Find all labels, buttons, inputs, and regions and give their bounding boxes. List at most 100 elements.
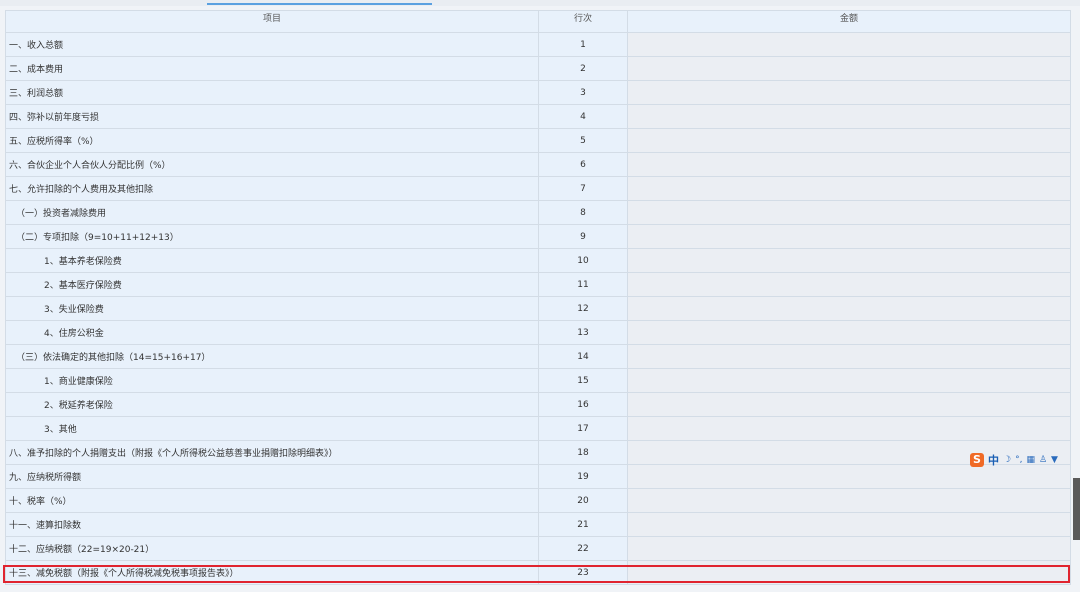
row-line-number: 10 (538, 248, 628, 273)
row-item-label: 3、其他 (5, 416, 539, 441)
table-row: 二、成本费用 2 (5, 56, 1071, 81)
row-amount-cell[interactable] (627, 296, 1071, 321)
row-line-number: 2 (538, 56, 628, 81)
table-row: 3、其他 17 (5, 416, 1071, 441)
row-line-number: 16 (538, 392, 628, 417)
table-row: （一）投资者减除费用 8 (5, 200, 1071, 225)
row-line-number: 8 (538, 200, 628, 225)
tax-return-table-container: 项目 行次 金额 一、收入总额 1 二、成本费用 2 三、利润总额 3 四、弥补以前年度亏损… (5, 10, 1071, 585)
row-line-number: 11 (538, 272, 628, 297)
row-line-number: 19 (538, 464, 628, 489)
table-row: 2、基本医疗保险费 11 (5, 272, 1071, 297)
punctuation-icon[interactable]: °, (1015, 453, 1022, 467)
row-amount-cell[interactable] (627, 368, 1071, 393)
row-item-label: 九、应纳税所得额 (5, 464, 539, 489)
row-amount-cell[interactable] (627, 392, 1071, 417)
row-line-number: 13 (538, 320, 628, 345)
user-icon[interactable]: ♙ (1039, 453, 1047, 467)
row-line-number: 14 (538, 344, 628, 369)
row-line-number: 15 (538, 368, 628, 393)
row-item-label: 1、商业健康保险 (5, 368, 539, 393)
row-line-number: 9 (538, 224, 628, 249)
row-line-number: 20 (538, 488, 628, 513)
scrollbar-thumb[interactable] (1073, 478, 1080, 540)
table-row: 六、合伙企业个人合伙人分配比例（%） 6 (5, 152, 1071, 177)
row-line-number: 17 (538, 416, 628, 441)
row-item-label: （一）投资者减除费用 (5, 200, 539, 225)
row-item-label: 二、成本费用 (5, 56, 539, 81)
table-row: 十三、减免税额（附报《个人所得税减免税事项报告表》） 23 (5, 560, 1071, 585)
row-line-number: 21 (538, 512, 628, 537)
table-row: 十、税率（%） 20 (5, 488, 1071, 513)
row-amount-cell[interactable] (627, 32, 1071, 57)
row-item-label: 十三、减免税额（附报《个人所得税减免税事项报告表》） (5, 560, 539, 585)
row-amount-cell[interactable] (627, 224, 1071, 249)
row-amount-cell[interactable] (627, 80, 1071, 105)
table-row: 七、允许扣除的个人费用及其他扣除 7 (5, 176, 1071, 201)
row-amount-cell[interactable] (627, 344, 1071, 369)
row-amount-cell[interactable] (627, 560, 1071, 585)
row-item-label: 四、弥补以前年度亏损 (5, 104, 539, 129)
ime-mode-label[interactable]: 中 (988, 452, 999, 468)
row-line-number: 22 (538, 536, 628, 561)
row-amount-cell[interactable] (627, 176, 1071, 201)
row-item-label: 十一、速算扣除数 (5, 512, 539, 537)
row-item-label: 五、应税所得率（%） (5, 128, 539, 153)
row-amount-cell[interactable] (627, 56, 1071, 81)
moon-icon[interactable]: ☽ (1003, 453, 1011, 467)
ime-toolbar[interactable]: S 中 ☽ °, ▦ ♙ ▼ (970, 451, 1080, 469)
row-line-number: 18 (538, 440, 628, 465)
row-line-number: 5 (538, 128, 628, 153)
column-header-item: 项目 (5, 10, 539, 33)
shirt-icon[interactable]: ▼ (1051, 453, 1058, 467)
row-amount-cell[interactable] (627, 152, 1071, 177)
table-row: 八、准予扣除的个人捐赠支出（附报《个人所得税公益慈善事业捐赠扣除明细表》） 18 (5, 440, 1071, 465)
table-row: 1、基本养老保险费 10 (5, 248, 1071, 273)
row-amount-cell[interactable] (627, 248, 1071, 273)
row-amount-cell[interactable] (627, 512, 1071, 537)
table-row: （二）专项扣除（9=10+11+12+13） 9 (5, 224, 1071, 249)
row-amount-cell[interactable] (627, 536, 1071, 561)
row-line-number: 1 (538, 32, 628, 57)
table-row: 九、应纳税所得额 19 (5, 464, 1071, 489)
table-row: 三、利润总额 3 (5, 80, 1071, 105)
row-line-number: 3 (538, 80, 628, 105)
row-item-label: 六、合伙企业个人合伙人分配比例（%） (5, 152, 539, 177)
row-item-label: 十二、应纳税额（22=19×20-21） (5, 536, 539, 561)
keyboard-icon[interactable]: ▦ (1026, 453, 1035, 467)
row-item-label: 三、利润总额 (5, 80, 539, 105)
row-item-label: 2、税延养老保险 (5, 392, 539, 417)
table-row: 3、失业保险费 12 (5, 296, 1071, 321)
table-row: （三）依法确定的其他扣除（14=15+16+17） 14 (5, 344, 1071, 369)
table-header-row: 项目 行次 金额 (5, 10, 1071, 33)
row-amount-cell[interactable] (627, 104, 1071, 129)
row-item-label: 2、基本医疗保险费 (5, 272, 539, 297)
row-item-label: 七、允许扣除的个人费用及其他扣除 (5, 176, 539, 201)
table-row: 4、住房公积金 13 (5, 320, 1071, 345)
row-line-number: 7 (538, 176, 628, 201)
row-amount-cell[interactable] (627, 320, 1071, 345)
row-amount-cell[interactable] (627, 416, 1071, 441)
table-row: 一、收入总额 1 (5, 32, 1071, 57)
row-item-label: 1、基本养老保险费 (5, 248, 539, 273)
row-amount-cell[interactable] (627, 200, 1071, 225)
table-row: 十二、应纳税额（22=19×20-21） 22 (5, 536, 1071, 561)
row-item-label: 一、收入总额 (5, 32, 539, 57)
row-amount-cell[interactable] (627, 128, 1071, 153)
table-row: 十一、速算扣除数 21 (5, 512, 1071, 537)
row-line-number: 23 (538, 560, 628, 585)
row-item-label: （三）依法确定的其他扣除（14=15+16+17） (5, 344, 539, 369)
row-line-number: 6 (538, 152, 628, 177)
column-header-amount: 金额 (627, 10, 1071, 33)
row-amount-cell[interactable] (627, 272, 1071, 297)
row-item-label: 八、准予扣除的个人捐赠支出（附报《个人所得税公益慈善事业捐赠扣除明细表》） (5, 440, 539, 465)
row-item-label: （二）专项扣除（9=10+11+12+13） (5, 224, 539, 249)
table-row: 1、商业健康保险 15 (5, 368, 1071, 393)
table-row: 五、应税所得率（%） 5 (5, 128, 1071, 153)
sogou-logo-icon[interactable]: S (970, 453, 984, 467)
active-tab-indicator (207, 3, 432, 5)
row-amount-cell[interactable] (627, 488, 1071, 513)
row-line-number: 12 (538, 296, 628, 321)
top-strip (0, 0, 1080, 6)
row-item-label: 3、失业保险费 (5, 296, 539, 321)
